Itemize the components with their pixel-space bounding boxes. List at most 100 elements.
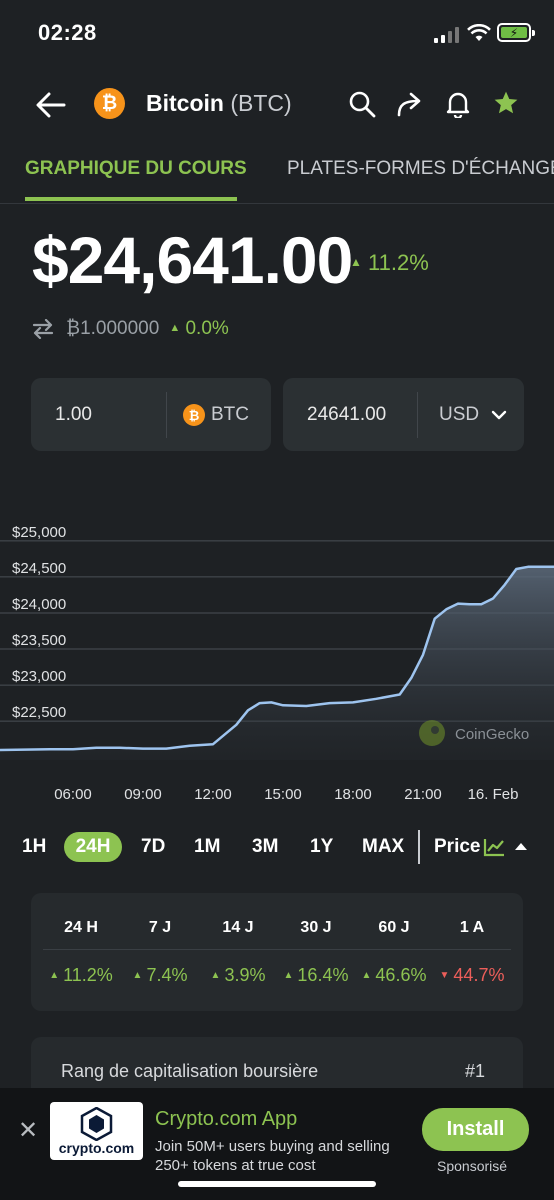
ad-description: Join 50M+ users buying and selling 250+ … xyxy=(155,1138,390,1174)
performance-value-text: 7.4% xyxy=(146,965,188,985)
fiat-amount-input[interactable]: 24641.00 xyxy=(307,404,386,426)
crypto-amount-input[interactable]: 1.00 xyxy=(55,404,92,426)
status-bar: 02:28 ⚡ xyxy=(0,0,554,64)
currency-select[interactable]: USD xyxy=(439,404,507,426)
coin-title: Bitcoin (BTC) xyxy=(146,90,292,117)
x-tick-label: 18:00 xyxy=(334,786,372,803)
x-tick-label: 09:00 xyxy=(124,786,162,803)
performance-value: ▲ 7.4% xyxy=(117,965,203,986)
converter-fiat-box: 24641.00 USD xyxy=(283,378,524,451)
range-7d-button[interactable]: 7D xyxy=(141,836,165,858)
crypto-com-logo: crypto.com xyxy=(50,1102,143,1160)
performance-value-text: 3.9% xyxy=(224,965,266,985)
divider xyxy=(166,392,167,438)
install-button[interactable]: Install xyxy=(422,1108,529,1151)
performance-header: 30 J xyxy=(300,919,332,936)
range-3m-button[interactable]: 3M xyxy=(252,836,278,858)
tab-price-chart[interactable]: GRAPHIQUE DU COURS xyxy=(25,158,247,180)
triangle-down-icon: ▼ xyxy=(439,970,450,981)
chart-type-icon[interactable] xyxy=(483,837,505,857)
range-1h-button[interactable]: 1H xyxy=(22,836,46,858)
coin-ticker: (BTC) xyxy=(230,90,292,116)
crypto-com-lion-icon xyxy=(80,1107,113,1141)
y-tick-label: $24,500 xyxy=(12,560,66,577)
performance-header: 14 J xyxy=(222,919,254,936)
divider xyxy=(43,949,511,950)
range-1m-button[interactable]: 1M xyxy=(194,836,220,858)
performance-value-text: 46.6% xyxy=(375,965,427,985)
performance-header: 7 J xyxy=(148,919,172,936)
active-tab-indicator xyxy=(25,197,237,201)
price-mode-button[interactable]: Price xyxy=(434,836,480,858)
performance-value: ▲ 16.4% xyxy=(273,965,359,986)
close-ad-icon[interactable]: ✕ xyxy=(18,1116,38,1145)
converter-crypto-box: 1.00 ₿ BTC xyxy=(31,378,271,451)
collapse-triangle-icon[interactable] xyxy=(514,841,528,851)
price-change-value: 11.2% xyxy=(368,250,429,275)
performance-header: 1 A xyxy=(459,919,485,936)
cellular-signal-icon xyxy=(434,27,459,43)
market-cap-rank-label: Rang de capitalisation boursière xyxy=(61,1061,319,1081)
coin-name: Bitcoin xyxy=(146,90,224,116)
coingecko-logo-icon xyxy=(419,720,445,746)
time-range-selector: 1H 24H 7D 1M 3M 1Y MAX Price xyxy=(0,830,554,868)
performance-table: 24 H7 J 14 J 30 J 60 J1 A ▲ 11.2% ▲ 7.4% ▲ 3.9% ▲ 1… xyxy=(31,893,523,1011)
current-price: $24,641.00 xyxy=(32,223,353,297)
triangle-up-icon: ▲ xyxy=(169,322,181,334)
search-icon[interactable] xyxy=(347,89,377,119)
sponsored-label: Sponsorisé xyxy=(437,1158,508,1174)
triangle-up-icon: ▲ xyxy=(210,970,221,981)
triangle-up-icon: ▲ xyxy=(132,970,143,981)
range-1y-button[interactable]: 1Y xyxy=(310,836,333,858)
price-change: ▲ 11.2% xyxy=(350,250,429,276)
triangle-up-icon: ▲ xyxy=(350,255,362,269)
performance-value-text: 16.4% xyxy=(297,965,349,985)
range-24h-button[interactable]: 24H xyxy=(64,832,122,862)
performance-value: ▲ 46.6% xyxy=(351,965,437,986)
status-time: 02:28 xyxy=(38,20,97,45)
performance-value: ▼ 44.7% xyxy=(429,965,515,986)
btc-price-change-value: 0.0% xyxy=(185,318,229,339)
bitcoin-logo-icon: ₿ xyxy=(183,404,205,426)
crypto-unit: ₿ BTC xyxy=(183,404,249,426)
bitcoin-logo-icon: ₿ xyxy=(94,88,125,119)
x-tick-label: 16. Feb xyxy=(468,786,519,803)
y-tick-label: $22,500 xyxy=(12,704,66,721)
divider xyxy=(418,830,420,864)
x-tick-label: 12:00 xyxy=(194,786,232,803)
share-icon[interactable] xyxy=(395,89,425,119)
market-cap-rank-value: #1 xyxy=(464,1061,485,1081)
range-24h-label: 24H xyxy=(75,836,111,857)
crypto-unit-label: BTC xyxy=(211,404,249,425)
triangle-up-icon: ▲ xyxy=(361,970,372,981)
chevron-down-icon xyxy=(491,410,507,420)
wifi-icon xyxy=(467,24,491,41)
price-chart[interactable]: CoinGecko $25,000 $24,500 $24,000 $23,500 $2… xyxy=(0,500,554,820)
y-tick-label: $24,000 xyxy=(12,596,66,613)
tab-exchanges[interactable]: PLATES-FORMES D'ÉCHANGE xyxy=(287,158,554,180)
bell-icon[interactable] xyxy=(443,88,473,120)
triangle-up-icon: ▲ xyxy=(283,970,294,981)
home-indicator xyxy=(178,1181,376,1187)
btc-price-change: ▲ 0.0% xyxy=(169,318,228,340)
performance-value-text: 11.2% xyxy=(63,965,113,985)
tab-bar: GRAPHIQUE DU COURS PLATES-FORMES D'ÉCHAN… xyxy=(0,148,554,204)
ad-title[interactable]: Crypto.com App xyxy=(155,1108,297,1131)
x-tick-label: 15:00 xyxy=(264,786,302,803)
performance-header: 60 J xyxy=(378,919,410,936)
ad-logo-text: crypto.com xyxy=(58,1140,135,1156)
performance-value: ▲ 11.2% xyxy=(38,965,124,986)
x-tick-label: 21:00 xyxy=(404,786,442,803)
battery-icon: ⚡ xyxy=(497,23,535,42)
app-header: ₿ Bitcoin (BTC) xyxy=(0,78,554,132)
performance-value: ▲ 3.9% xyxy=(195,965,281,986)
back-arrow-icon[interactable] xyxy=(34,90,68,120)
btc-price-row: ₿1.000000 ▲ 0.0% xyxy=(32,318,229,340)
y-tick-label: $23,500 xyxy=(12,632,66,649)
favorite-star-icon[interactable] xyxy=(492,89,520,117)
y-tick-label: $25,000 xyxy=(12,524,66,541)
performance-header: 24 H xyxy=(64,919,98,936)
performance-value-text: 44.7% xyxy=(453,965,505,985)
swap-arrows-icon[interactable] xyxy=(32,319,54,339)
range-max-button[interactable]: MAX xyxy=(362,836,404,858)
